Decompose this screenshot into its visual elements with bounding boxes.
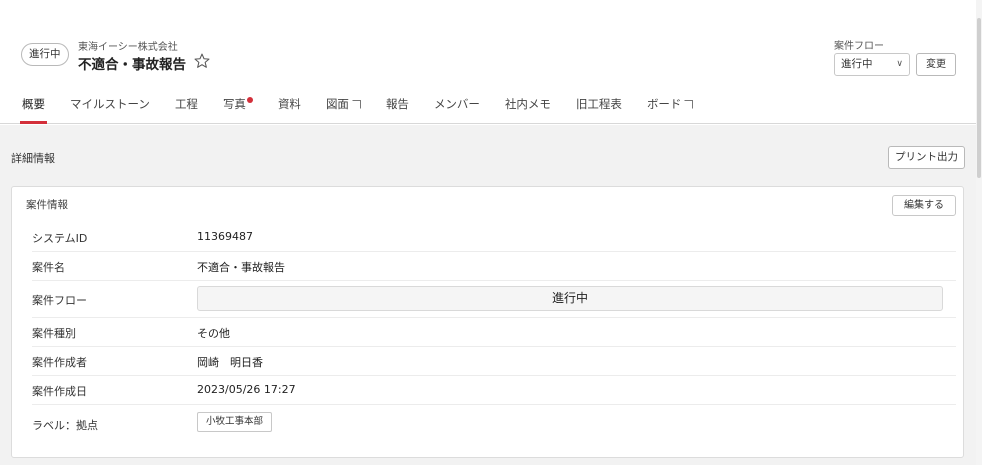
print-button[interactable]: プリント出力 [888,146,965,169]
tab-label: 報告 [385,97,409,111]
table-row: ラベル：拠点 小牧工事本部 [32,405,956,441]
tab-old-schedule[interactable]: 旧工程表 [576,94,622,124]
row-key: 案件フロー [32,294,87,307]
tab-milestone[interactable]: マイルストーン [70,94,150,124]
star-icon[interactable] [193,52,211,70]
row-key: ラベル：拠点 [32,419,98,432]
tab-label: 概要 [22,97,45,111]
tab-process[interactable]: 工程 [175,94,198,124]
row-value: その他 [197,327,230,340]
tab-label: 工程 [174,97,198,111]
card-title: 案件情報 [26,199,68,211]
table-row: 案件名 不適合・事故報告 [32,252,956,281]
project-info-card: 案件情報 編集する システムID 11369487 案件名 不適合・事故報告 案… [11,186,964,458]
table-row: 案件作成日 2023/05/26 17:27 [32,376,956,405]
flow-select[interactable]: 進行中 ∨ [834,53,910,76]
row-value: 2023/05/26 17:27 [197,383,296,396]
table-row: システムID 11369487 [32,223,956,252]
row-key: 案件種別 [32,327,76,340]
tab-label: 社内メモ [504,97,551,111]
flow-status-bar: 進行中 [197,286,943,311]
tab-label: 図面 [325,97,349,111]
flow-select-value: 進行中 [841,58,873,70]
row-value: 岡崎 明日香 [197,356,263,369]
tab-board[interactable]: ボード [647,94,694,124]
info-table: システムID 11369487 案件名 不適合・事故報告 案件フロー 進行中 案… [32,223,956,441]
tab-label: マイルストーン [70,97,150,111]
tab-internal-memo[interactable]: 社内メモ [505,94,551,124]
tab-drawings[interactable]: 図面 [326,94,361,124]
project-header: 進行中 東海イーシー株式会社 不適合・事故報告 案件フロー 進行中 ∨ 変更 概… [0,0,976,124]
row-key: 案件作成日 [32,385,87,398]
external-link-icon [351,100,361,109]
row-key: 案件作成者 [32,356,87,369]
label-chip: 小牧工事本部 [197,412,273,432]
tab-label: 旧工程表 [575,97,622,111]
row-key: システムID [32,232,88,245]
section-title: 詳細情報 [11,152,55,165]
row-value: 不適合・事故報告 [197,261,285,274]
tab-label: メンバー [433,97,480,111]
row-value: 11369487 [197,230,253,243]
notification-dot-icon [246,97,253,103]
tab-overview[interactable]: 概要 [20,94,47,124]
row-key: 案件名 [32,261,65,274]
flow-label: 案件フロー [834,41,884,52]
tab-documents[interactable]: 資料 [278,94,301,124]
chevron-down-icon: ∨ [896,59,903,69]
tab-photos[interactable]: 写真 [223,94,253,124]
company-name: 東海イーシー株式会社 [78,42,178,53]
external-link-icon [684,100,694,109]
status-badge: 進行中 [21,43,69,66]
change-button[interactable]: 変更 [916,53,956,76]
table-row: 案件種別 その他 [32,318,956,347]
tab-label: 写真 [222,97,246,111]
tab-label: ボード [646,97,682,111]
tab-members[interactable]: メンバー [434,94,480,124]
edit-button[interactable]: 編集する [892,195,956,216]
main-content: 詳細情報 プリント出力 案件情報 編集する システムID 11369487 案件… [0,125,976,465]
scrollbar-thumb[interactable] [977,18,981,178]
tab-bar: 概要 マイルストーン 工程 写真 資料 図面 報告 メンバー 社内メモ 旧工程表… [20,94,718,124]
table-row: 案件作成者 岡崎 明日香 [32,347,956,376]
tab-label: 資料 [277,97,301,111]
tab-reports[interactable]: 報告 [386,94,409,124]
page-title: 不適合・事故報告 [78,57,186,73]
page-scrollbar[interactable] [976,0,982,465]
table-row: 案件フロー 進行中 [32,281,956,318]
